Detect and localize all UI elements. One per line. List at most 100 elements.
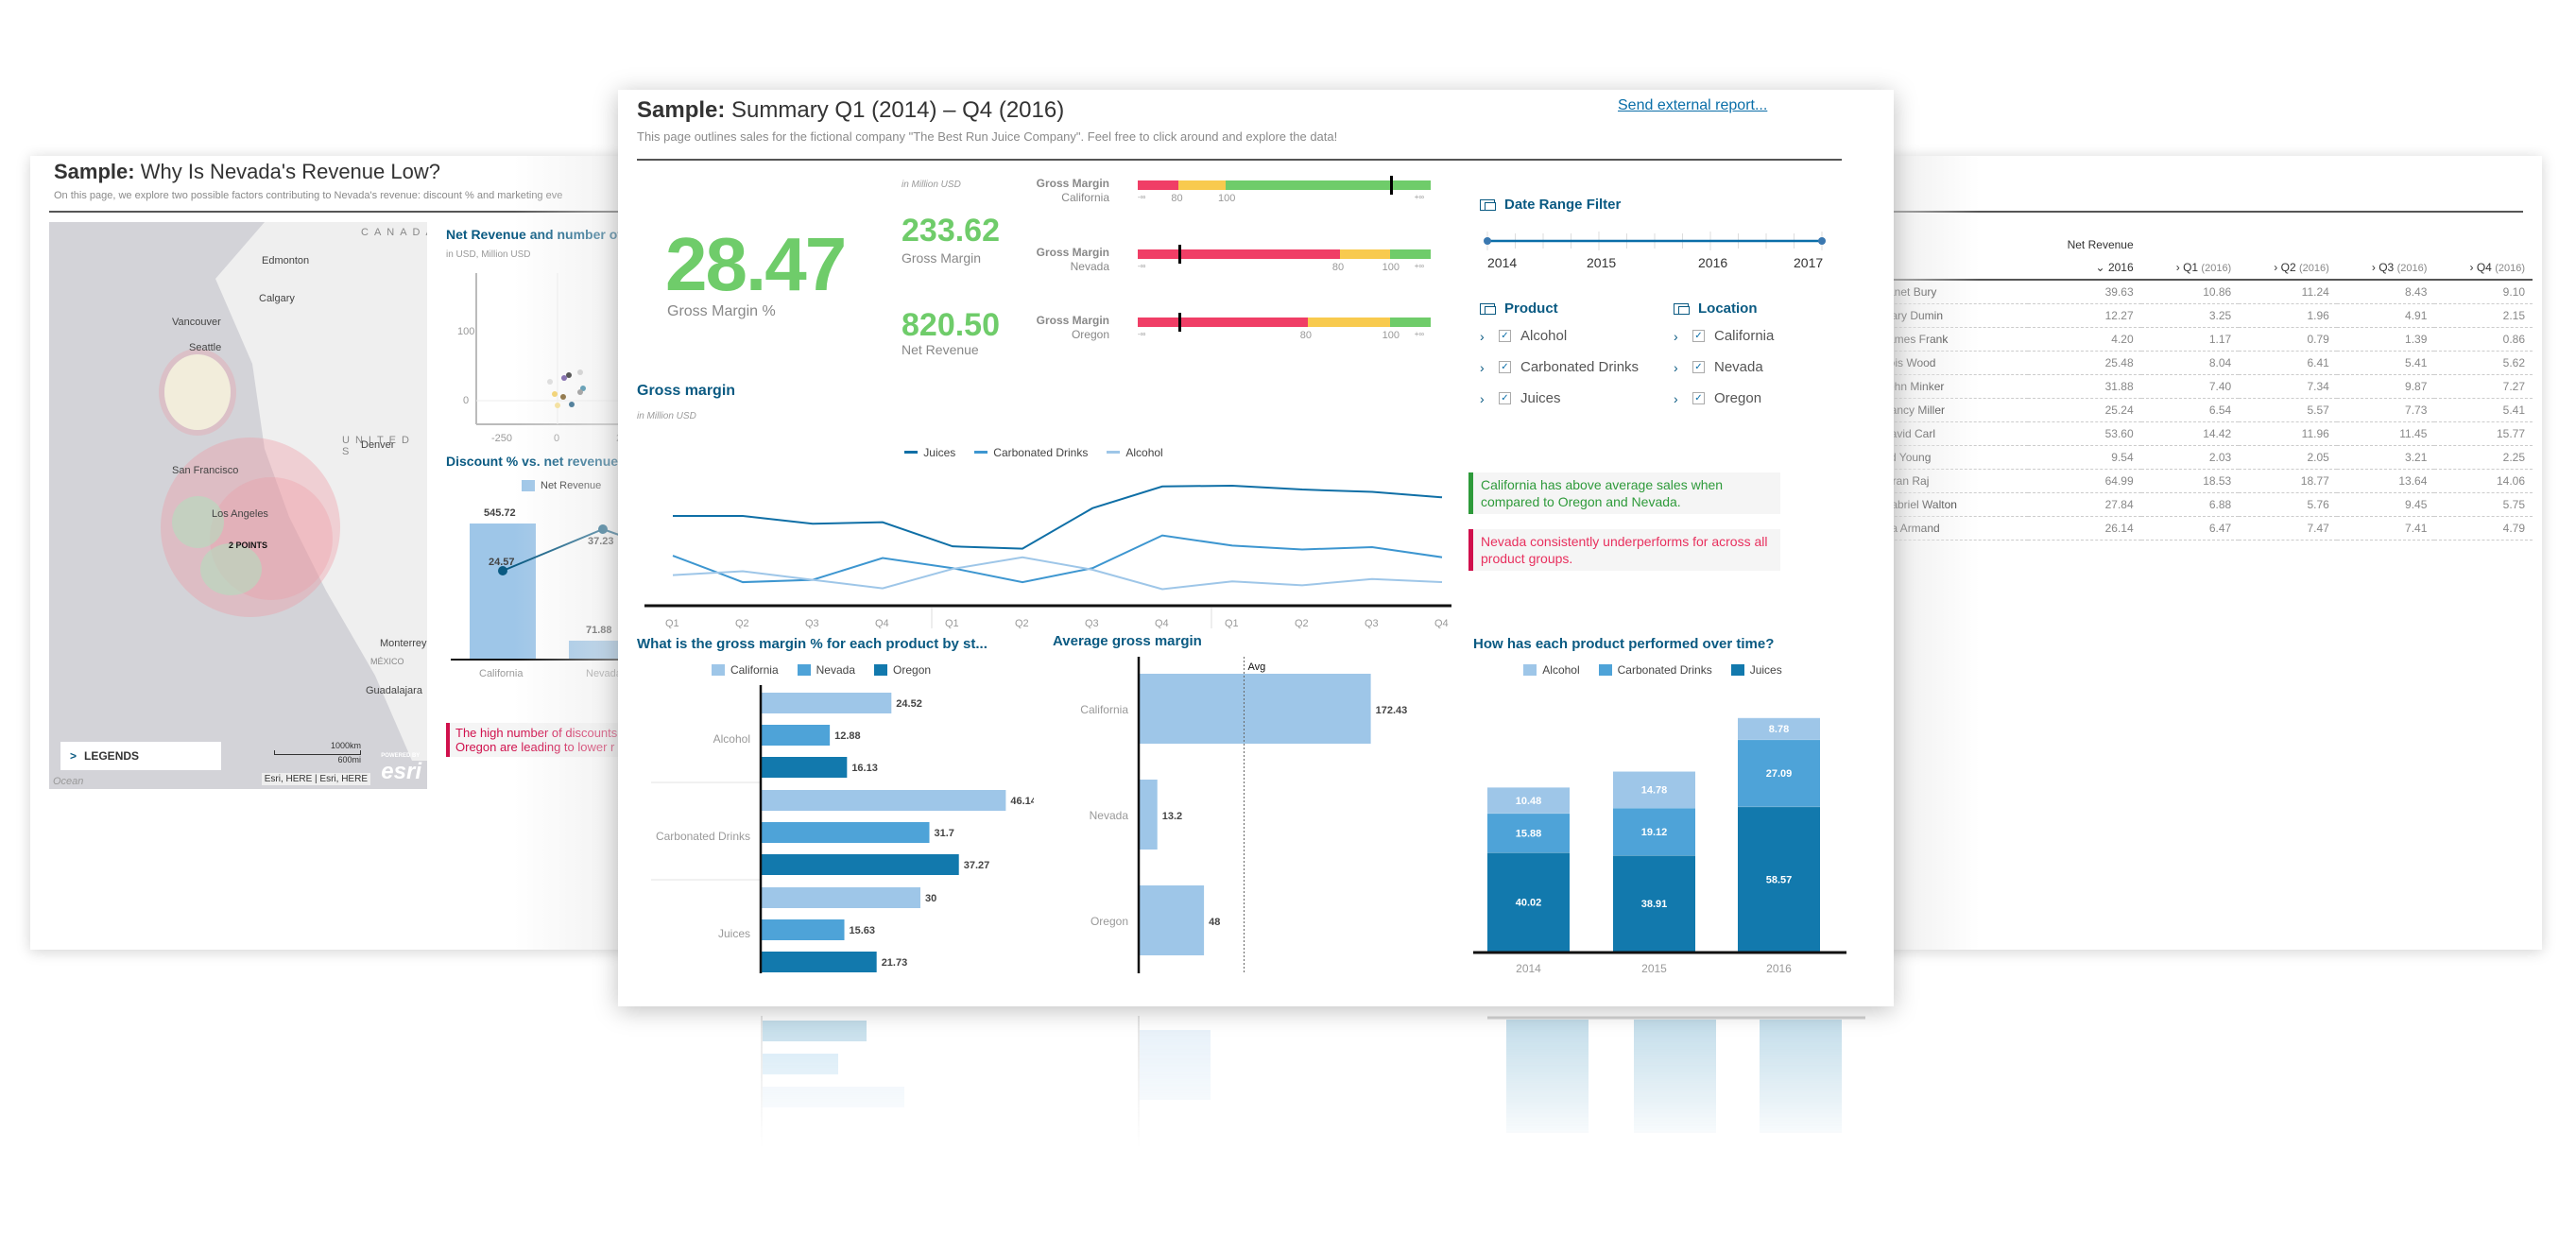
legend-item-nevada[interactable]: Nevada (797, 663, 855, 677)
gauge-marker (1178, 313, 1182, 332)
stacked-chart-legend: Alcohol Carbonated Drinks Juices (1473, 663, 1832, 680)
reflection-bar (1760, 1020, 1842, 1133)
location-filter[interactable]: Location › ✓ California › ✓ Nevada › ✓ Oregon (1674, 300, 1774, 414)
product-filter[interactable]: Product › ✓ Alcohol › ✓ Carbonated Drinks › ✓ Ju… (1480, 300, 1639, 414)
chevron-down-icon: ⌄ (2095, 261, 2108, 274)
combo-chart[interactable]: 545.72 24.57 37.23 71.88 California Neva… (446, 491, 635, 680)
checkbox[interactable]: ✓ (1499, 392, 1511, 404)
table-row[interactable]: Nancy Miller 25.24 6.54 5.57 7.73 5.41 (1880, 398, 2533, 422)
segment-value-label: 27.09 (1766, 768, 1793, 780)
bar-california (1140, 674, 1371, 744)
chevron-right-icon[interactable]: › (1480, 391, 1489, 406)
legend-item-oregon[interactable]: Oregon (874, 663, 931, 677)
table-row[interactable]: Lois Wood 25.48 8.04 6.41 5.41 5.62 (1880, 351, 2533, 375)
legend-item-california[interactable]: California (711, 663, 779, 677)
table-row[interactable]: Gary Dumin 12.27 3.25 1.96 4.91 2.15 (1880, 303, 2533, 328)
chevron-right-icon[interactable]: › (1674, 329, 1683, 344)
checkbox[interactable]: ✓ (1499, 330, 1511, 342)
geo-map[interactable]: Edmonton Calgary Vancouver Seattle San F… (49, 222, 427, 789)
date-range-slider[interactable]: 2014 2015 2016 2017 (1480, 220, 1829, 277)
filter-item-carbonated-drinks[interactable]: › ✓ Carbonated Drinks (1480, 352, 1639, 383)
send-external-report-link[interactable]: Send external report... (1618, 97, 1767, 114)
kpi-gross-margin[interactable]: 233.62 (902, 215, 1000, 247)
checkbox[interactable]: ✓ (1499, 361, 1511, 373)
gross-margin-line-chart[interactable]: Q1Q2Q3Q4Q1Q2Q3Q4Q1Q2Q3Q4201420152016 (637, 458, 1459, 628)
table-row[interactable]: James Frank 4.20 1.17 0.79 1.39 0.86 (1880, 327, 2533, 352)
date-range-filter[interactable]: Date Range Filter 2014 2015 2016 2017 (1480, 197, 1829, 282)
filter-item-nevada[interactable]: › ✓ Nevada (1674, 352, 1774, 383)
legend-item-juices[interactable]: Juices (904, 446, 955, 459)
kpi-gross-margin-pct[interactable]: 28.47 (665, 227, 847, 302)
table-row[interactable]: Gabriel Walton 27.84 6.88 5.76 9.45 5.75 (1880, 492, 2533, 517)
filter-item-oregon[interactable]: › ✓ Oregon (1674, 383, 1774, 414)
legend-item-carbonated-drinks[interactable]: Carbonated Drinks (974, 446, 1088, 459)
legend-label: Carbonated Drinks (993, 445, 1089, 459)
table-row[interactable]: Ed Young 9.54 2.03 2.05 3.21 2.25 (1880, 445, 2533, 470)
cell-value: 3.25 (2140, 303, 2240, 328)
table-row[interactable]: Janet Bury 39.63 10.86 11.24 8.43 9.10 (1880, 280, 2533, 304)
cell-value: 0.79 (2239, 327, 2337, 352)
product-over-time-chart[interactable]: 40.02 15.88 10.48 2014 38.91 19.12 14.78 2015 58… (1473, 685, 1851, 987)
filter-item-label: Alcohol (1520, 328, 1568, 344)
cell-value: 10.86 (2140, 280, 2240, 304)
table-row[interactable]: Kiran Raj 64.99 18.53 18.77 13.64 14.06 (1880, 469, 2533, 493)
column-header-q4[interactable]: › Q4 (2016) (2434, 256, 2533, 281)
checkbox[interactable]: ✓ (1692, 330, 1705, 342)
cell-value: 2.05 (2239, 445, 2337, 470)
right-page-panel[interactable]: Net Revenue ⌄ 2016 › Q1 (2016) › Q2 (2016)… (1880, 156, 2542, 950)
line-chart-title: Gross margin (637, 383, 736, 399)
gauge-tick-label: +∞ (1414, 193, 1425, 201)
table-row[interactable]: John Minker 31.88 7.40 7.34 9.87 7.27 (1880, 374, 2533, 399)
checkbox[interactable]: ✓ (1692, 361, 1705, 373)
table-row[interactable]: David Carl 53.60 14.42 11.96 11.45 15.77 (1880, 421, 2533, 446)
bullet-gauge-nevada[interactable] (1138, 245, 1431, 264)
chevron-right-icon[interactable]: › (1674, 360, 1683, 375)
x-category-label: 2014 (1516, 962, 1541, 975)
scatter-plot[interactable]: 100 0 -250 0 25 (446, 264, 635, 444)
insight-note-positive: California has above average sales when … (1468, 472, 1780, 515)
cell-value: 4.20 (2028, 327, 2141, 352)
gross-margin-pct-by-state-chart[interactable]: 24.52 12.88 16.13 Alcohol 46.14 31.7 37.27 Carb… (637, 685, 1034, 978)
legend-item-alcohol[interactable]: Alcohol (1107, 446, 1163, 459)
kpi-gross-margin-label: Gross Margin (902, 250, 982, 266)
filter-item-alcohol[interactable]: › ✓ Alcohol (1480, 320, 1639, 352)
chevron-right-icon[interactable]: › (1674, 391, 1683, 406)
column-header-q2[interactable]: › Q2 (2016) (2239, 256, 2337, 281)
cell-value: 26.14 (2028, 516, 2141, 541)
x-tick-label: Q3 (805, 618, 819, 628)
column-header-q3[interactable]: › Q3 (2016) (2336, 256, 2435, 281)
gauge-tick-label: 80 (1171, 193, 1183, 204)
kpi-net-revenue[interactable]: 820.50 (902, 309, 1000, 341)
slider-year-label: 2016 (1698, 255, 1727, 270)
legend-swatch (904, 451, 919, 454)
row-name: Lois Wood (1880, 351, 2028, 375)
legend-item-carbonated-drinks[interactable]: Carbonated Drinks (1598, 663, 1712, 677)
bar-value-label: 46.14 (1010, 796, 1034, 807)
cell-value: 3.21 (2336, 445, 2435, 470)
map-legends-toggle[interactable]: > LEGENDS (60, 742, 221, 770)
column-header-2016[interactable]: ⌄ 2016 (2028, 256, 2141, 281)
row-name: John Minker (1880, 374, 2028, 399)
legend-item-juices[interactable]: Juices (1730, 663, 1782, 677)
filter-item-california[interactable]: › ✓ California (1674, 320, 1774, 352)
left-page-title: Sample: Why Is Nevada's Revenue Low? (54, 160, 440, 183)
column-header-q1[interactable]: › Q1 (2016) (2140, 256, 2240, 281)
filter-item-juices[interactable]: › ✓ Juices (1480, 383, 1639, 414)
table-row[interactable]: Lia Armand 26.14 6.47 7.47 7.41 4.79 (1880, 516, 2533, 541)
left-page-panel[interactable]: Sample: Why Is Nevada's Revenue Low? On … (30, 156, 635, 950)
average-gross-margin-chart[interactable]: 172.43 California 13.2 Nevada 48 Oregon Avg (1053, 657, 1450, 978)
summary-page-panel[interactable]: Sample: Summary Q1 (2014) – Q4 (2016) Th… (618, 90, 1894, 1006)
cell-value: 5.75 (2434, 492, 2533, 517)
checkbox[interactable]: ✓ (1692, 392, 1705, 404)
legend-item-alcohol[interactable]: Alcohol (1523, 663, 1580, 677)
row-name: James Frank (1880, 327, 2028, 352)
map-ocean-label: Ocean (53, 776, 84, 787)
chevron-right-icon[interactable]: › (1480, 360, 1489, 375)
chevron-right-icon[interactable]: › (1480, 329, 1489, 344)
bullet-gauge-california[interactable] (1138, 176, 1431, 195)
map-cluster-label[interactable]: 2 POINTS (229, 541, 267, 550)
combo-bar-value: 71.88 (586, 625, 612, 636)
map-attribution: Esri, HERE | Esri, HERE (261, 773, 370, 785)
scatter-unit: in USD, Million USD (446, 249, 531, 260)
bullet-gauge-oregon[interactable] (1138, 313, 1431, 332)
